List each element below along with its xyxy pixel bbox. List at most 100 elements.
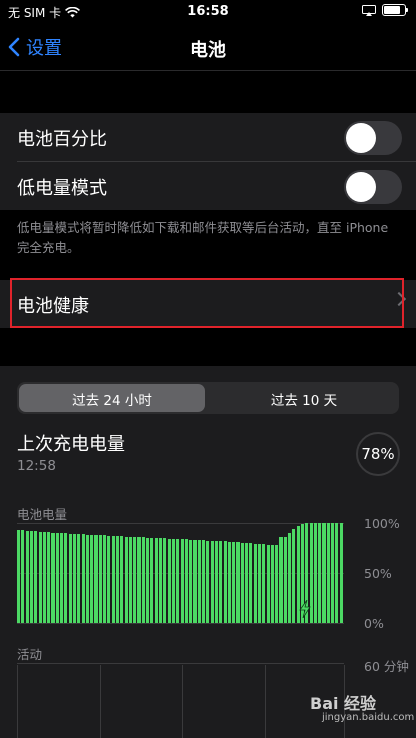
- chart-bar: [34, 531, 38, 623]
- tab-last-24-hours[interactable]: 过去 24 小时: [17, 389, 207, 409]
- activity-grid-v: [100, 665, 101, 738]
- chart-title: 电池电量: [17, 507, 68, 522]
- chart-bar: [29, 531, 33, 623]
- watermark-url: jingyan.baidu.com: [322, 712, 415, 723]
- chart-bar: [77, 534, 81, 623]
- chart-bar: [214, 541, 218, 623]
- chart-bar: [25, 531, 29, 623]
- chart-bar: [335, 523, 339, 623]
- y-tick-50: 50%: [364, 566, 392, 581]
- status-bar: 无 SIM 卡 16:58: [0, 0, 416, 24]
- y-tick-0: 0%: [364, 616, 384, 631]
- chart-bar: [55, 533, 59, 623]
- chart-bar: [193, 540, 197, 623]
- chart-bar: [223, 541, 227, 623]
- last-charge-title: 上次充电电量: [17, 434, 125, 455]
- chart-bar: [236, 542, 240, 623]
- status-time: 16:58: [187, 4, 229, 19]
- chart-bar: [154, 538, 158, 623]
- chart-bar: [202, 540, 206, 623]
- nav-bar: 设置 电池: [0, 24, 416, 71]
- chart-bar: [146, 538, 150, 623]
- low-power-label: 低电量模式: [17, 178, 107, 199]
- chart-bar: [171, 539, 175, 623]
- chart-bar: [94, 535, 98, 623]
- chart-bar: [240, 543, 244, 623]
- activity-label: 活动: [17, 647, 43, 662]
- battery-settings-group: 电池百分比 低电量模式: [0, 113, 416, 210]
- chart-bar: [253, 544, 257, 623]
- chart-bar: [197, 540, 201, 623]
- chart-bar: [150, 538, 154, 623]
- charging-bolt-icon: [299, 600, 311, 618]
- chart-bar: [262, 544, 266, 623]
- chart-bar: [249, 543, 253, 623]
- chart-bar: [111, 536, 115, 623]
- activity-gridline: [17, 663, 344, 664]
- chart-bar: [64, 533, 68, 623]
- chart-bar: [38, 532, 42, 623]
- chart-bar: [137, 537, 141, 623]
- chart-bar: [257, 544, 262, 623]
- battery-fill: [384, 6, 400, 14]
- chart-bar: [326, 523, 330, 623]
- chart-bar: [275, 545, 279, 623]
- chart-bar: [180, 539, 184, 623]
- chart-bar: [210, 541, 214, 623]
- battery-percentage-toggle[interactable]: [344, 121, 402, 155]
- chart-bar: [120, 536, 124, 623]
- chart-bar: [42, 532, 46, 623]
- chart-bar: [21, 530, 25, 623]
- chart-bar: [81, 534, 85, 623]
- chart-bar: [51, 533, 55, 623]
- screen-mirroring-icon: [362, 4, 376, 16]
- chart-bar: [206, 541, 210, 623]
- chart-bar: [232, 542, 236, 623]
- chart-bar: [288, 533, 292, 623]
- chart-bar: [167, 539, 171, 623]
- low-power-note: 低电量模式将暂时降低如下载和邮件获取等后台活动，直至 iPhone 完全充电。: [17, 220, 389, 255]
- chart-bar: [47, 532, 51, 623]
- chart-bar: [17, 530, 21, 623]
- page-title: 电池: [190, 40, 226, 61]
- chart-bar: [322, 523, 326, 623]
- chart-bar: [107, 536, 111, 623]
- chart-bar: [279, 537, 283, 623]
- y-tick-100: 100%: [364, 516, 400, 531]
- chart-bar: [292, 529, 296, 623]
- chart-bar: [72, 534, 77, 623]
- chart-bar: [98, 535, 102, 623]
- chart-bar: [266, 545, 270, 623]
- chart-bar: [103, 535, 107, 623]
- chart-bar: [85, 535, 89, 623]
- chart-bar: [313, 523, 317, 623]
- activity-grid-v: [182, 665, 183, 738]
- chart-bar: [245, 543, 249, 623]
- chart-bar: [189, 540, 193, 623]
- last-charge-time: 12:58: [17, 458, 56, 474]
- chart-bar: [283, 537, 287, 623]
- low-power-toggle[interactable]: [344, 170, 402, 204]
- battery-percentage-label: 电池百分比: [17, 129, 107, 150]
- battery-percentage-row: 电池百分比: [0, 113, 416, 161]
- chart-bar: [128, 537, 132, 623]
- chart-bar: [60, 533, 64, 623]
- battery-level-chart: [17, 523, 344, 623]
- chart-bar: [176, 539, 180, 623]
- activity-grid-v: [17, 665, 18, 738]
- chart-bar: [141, 537, 145, 623]
- time-range-segmented-control: 过去 24 小时 过去 10 天: [17, 382, 399, 414]
- status-right: [362, 4, 408, 16]
- chart-bar: [339, 523, 343, 623]
- chart-bar: [227, 542, 231, 623]
- last-charge-percent: 78%: [356, 432, 400, 476]
- tab-last-10-days[interactable]: 过去 10 天: [209, 389, 399, 409]
- highlight-box: [10, 278, 404, 328]
- chart-bar: [219, 541, 223, 623]
- toggle-knob: [346, 172, 376, 202]
- battery-icon: [382, 4, 408, 16]
- chart-bar: [68, 534, 72, 623]
- chart-bar: [124, 537, 128, 623]
- chart-bar: [184, 539, 188, 623]
- watermark-brand: Bai 经验: [310, 694, 377, 713]
